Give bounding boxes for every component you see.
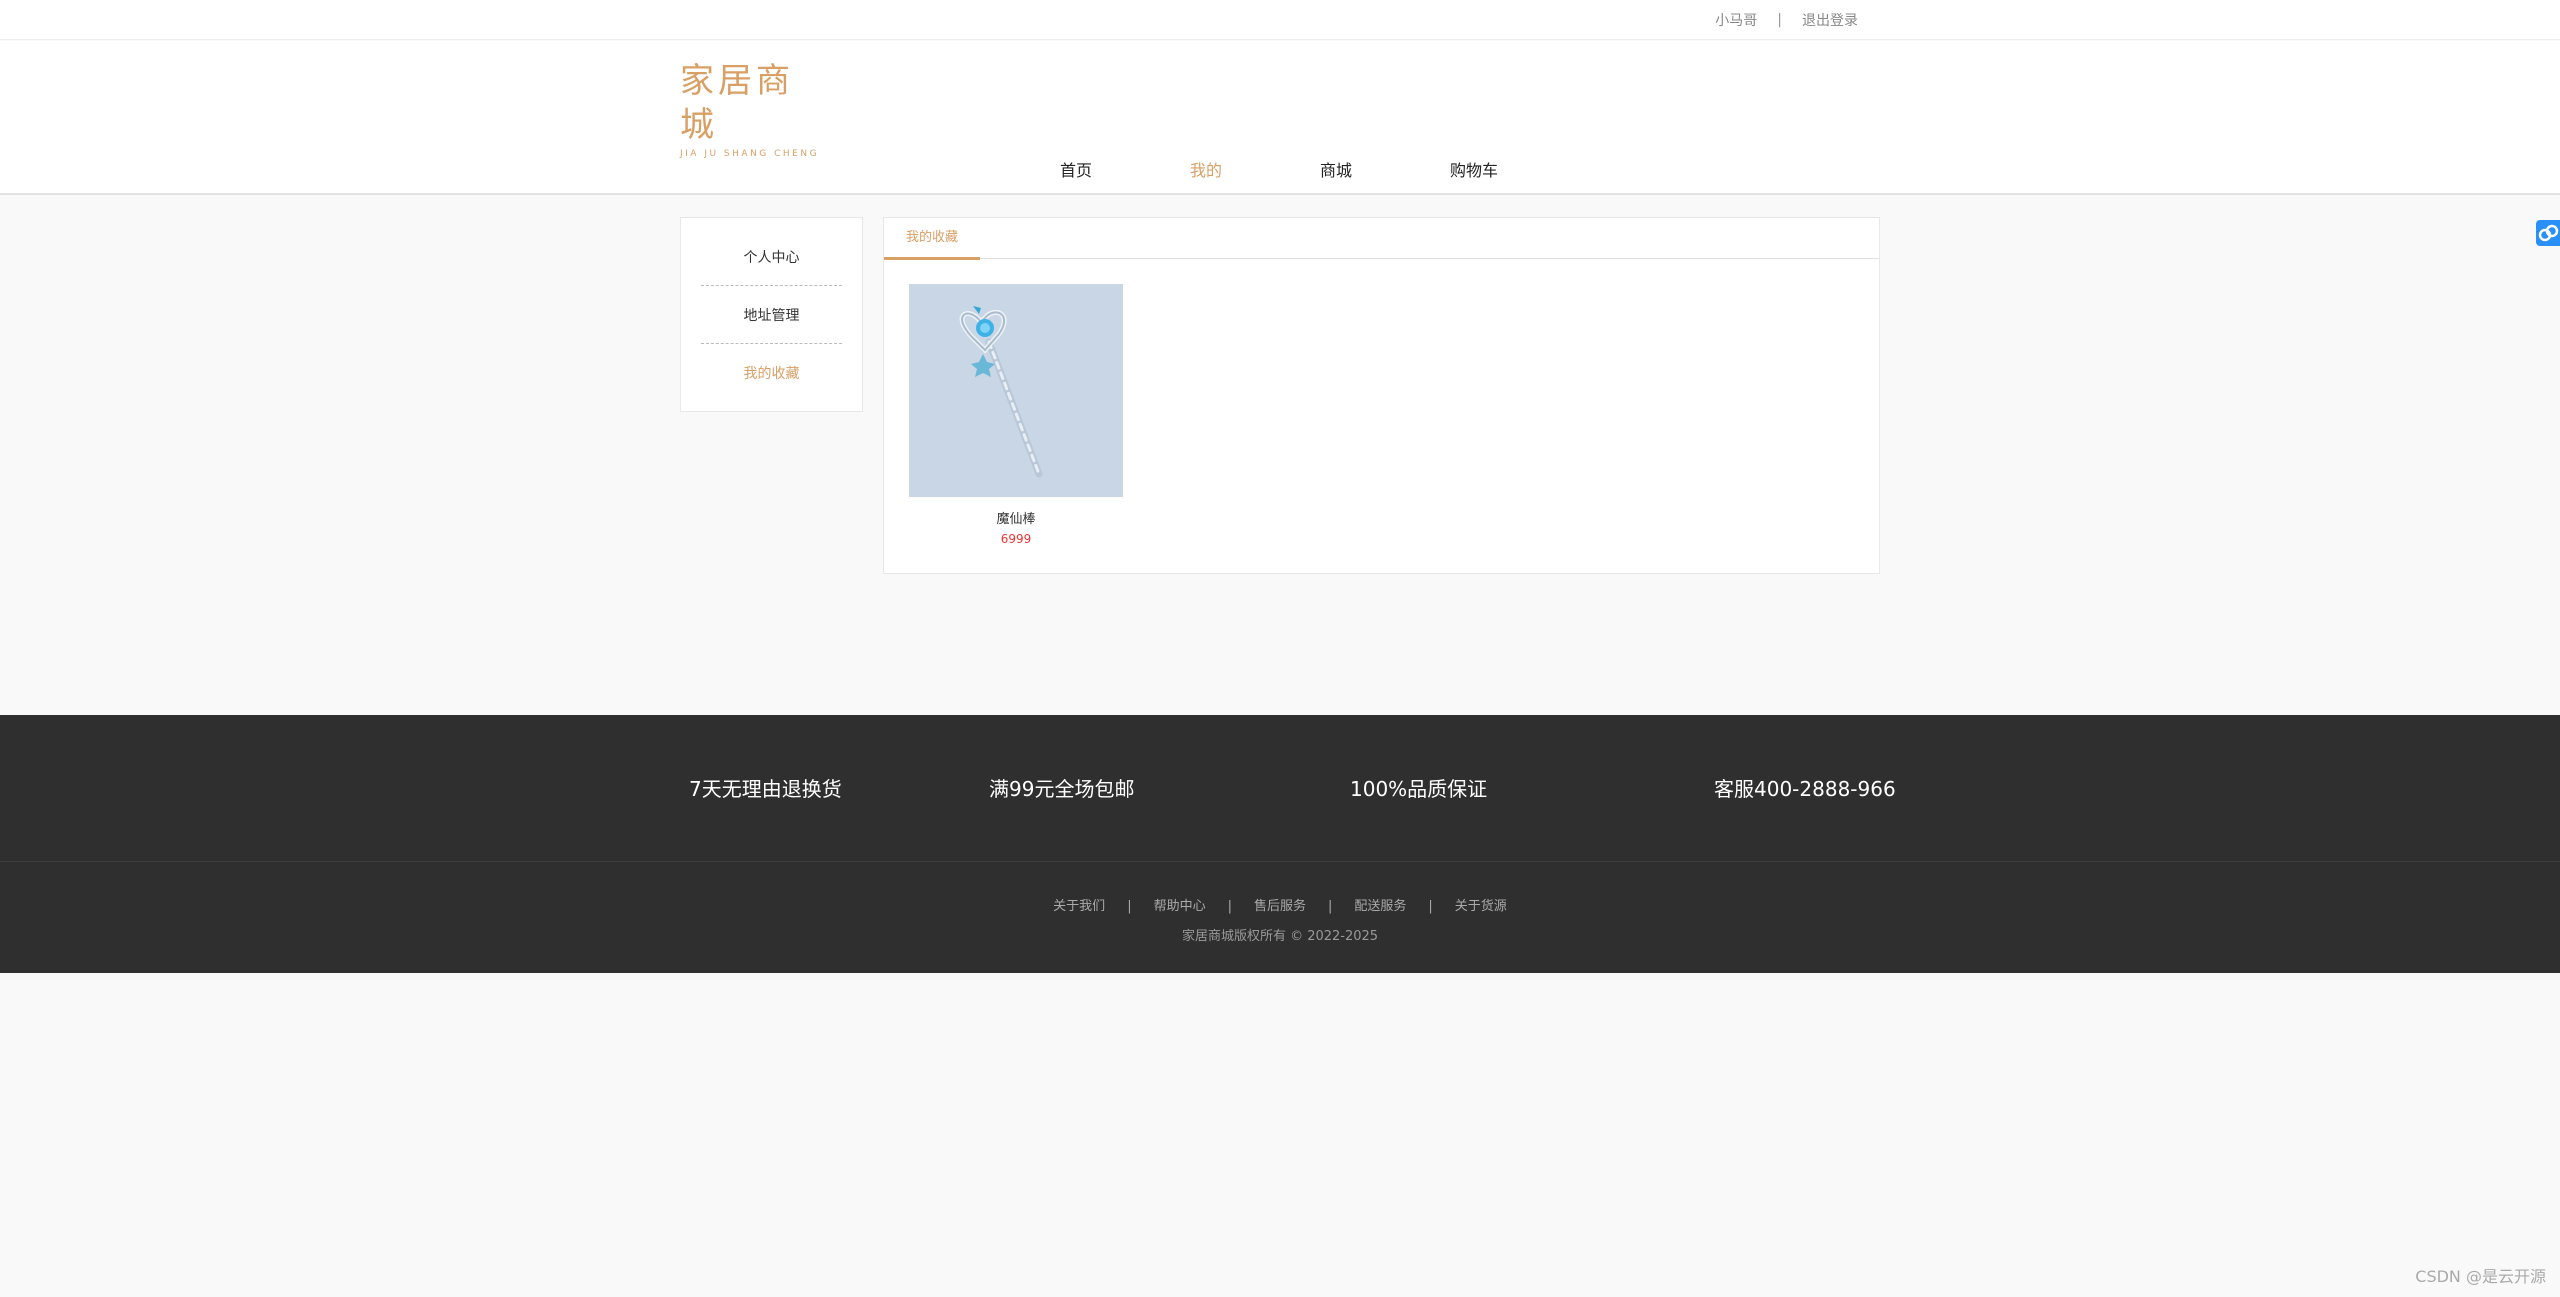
service-features: 7天无理由退换货 满99元全场包邮 100%品质保证 客服400-2888-96… xyxy=(0,715,2560,862)
footer-link-separator: | xyxy=(1127,899,1132,914)
sidebar-divider xyxy=(701,285,842,286)
footer-link-separator: | xyxy=(1227,899,1232,914)
sidebar-item-profile[interactable]: 个人中心 xyxy=(701,229,842,287)
nav-mall[interactable]: 商城 xyxy=(1320,151,1352,191)
feature-quality: 100%品质保证 xyxy=(1350,777,1488,801)
footer-link-sourcing[interactable]: 关于货源 xyxy=(1455,899,1507,914)
footer-link-separator: | xyxy=(1428,899,1433,914)
footer-links: 关于我们 | 帮助中心 | 售后服务 | 配送服务 | 关于货源 xyxy=(0,895,2560,914)
account-sidebar: 个人中心 地址管理 我的收藏 xyxy=(680,217,863,412)
product-image[interactable] xyxy=(909,284,1123,497)
feature-free-shipping: 满99元全场包邮 xyxy=(989,777,1135,801)
nav-mine[interactable]: 我的 xyxy=(1190,151,1222,191)
footer-link-separator: | xyxy=(1328,899,1333,914)
logo-chinese: 家居商城 xyxy=(680,61,794,145)
footer-link-delivery[interactable]: 配送服务 xyxy=(1354,899,1406,914)
footer-link-aftersales[interactable]: 售后服务 xyxy=(1254,899,1306,914)
username-link[interactable]: 小马哥 xyxy=(1715,10,1757,30)
logout-link[interactable]: 退出登录 xyxy=(1802,10,1858,30)
feature-hotline: 客服400-2888-966 xyxy=(1714,777,1896,801)
product-price: 6999 xyxy=(1000,532,1032,546)
product-card[interactable]: 魔仙棒 6999 xyxy=(909,284,1123,546)
nav-home[interactable]: 首页 xyxy=(1060,151,1092,191)
topbar-separator: | xyxy=(1777,12,1782,28)
copyright-text: 家居商城版权所有 © 2022-2025 xyxy=(1181,929,1379,944)
favorites-panel: 我的收藏 魔仙棒 6999 xyxy=(883,217,1880,574)
footer-link-help[interactable]: 帮助中心 xyxy=(1154,899,1206,914)
product-name[interactable]: 魔仙棒 xyxy=(909,508,1123,527)
footer-link-about[interactable]: 关于我们 xyxy=(1053,899,1105,914)
user-links: 小马哥 | 退出登录 xyxy=(1715,0,1858,40)
main-nav: 首页 我的 商城 购物车 xyxy=(0,151,2560,191)
link-icon xyxy=(2538,224,2559,242)
tab-favorites[interactable]: 我的收藏 xyxy=(884,218,980,260)
sidebar-item-favorites[interactable]: 我的收藏 xyxy=(701,345,842,403)
watermark-text: CSDN @是云开源 xyxy=(2415,1267,2546,1286)
panel-tabs: 我的收藏 xyxy=(884,218,1879,260)
site-logo[interactable]: 家居商城 JIA JU SHANG CHENG xyxy=(680,59,820,159)
sidebar-item-address[interactable]: 地址管理 xyxy=(701,287,842,345)
feature-returns: 7天无理由退换货 xyxy=(689,777,842,801)
site-footer: 7天无理由退换货 满99元全场包邮 100%品质保证 客服400-2888-96… xyxy=(0,715,2560,973)
site-header: 家居商城 JIA JU SHANG CHENG 首页 我的 商城 购物车 xyxy=(0,41,2560,195)
nav-cart[interactable]: 购物车 xyxy=(1450,151,1498,191)
sidebar-divider xyxy=(701,343,842,344)
top-bar: 小马哥 | 退出登录 xyxy=(0,0,2560,40)
magic-wand-image xyxy=(909,284,1123,497)
floating-share-icon[interactable] xyxy=(2536,220,2560,246)
